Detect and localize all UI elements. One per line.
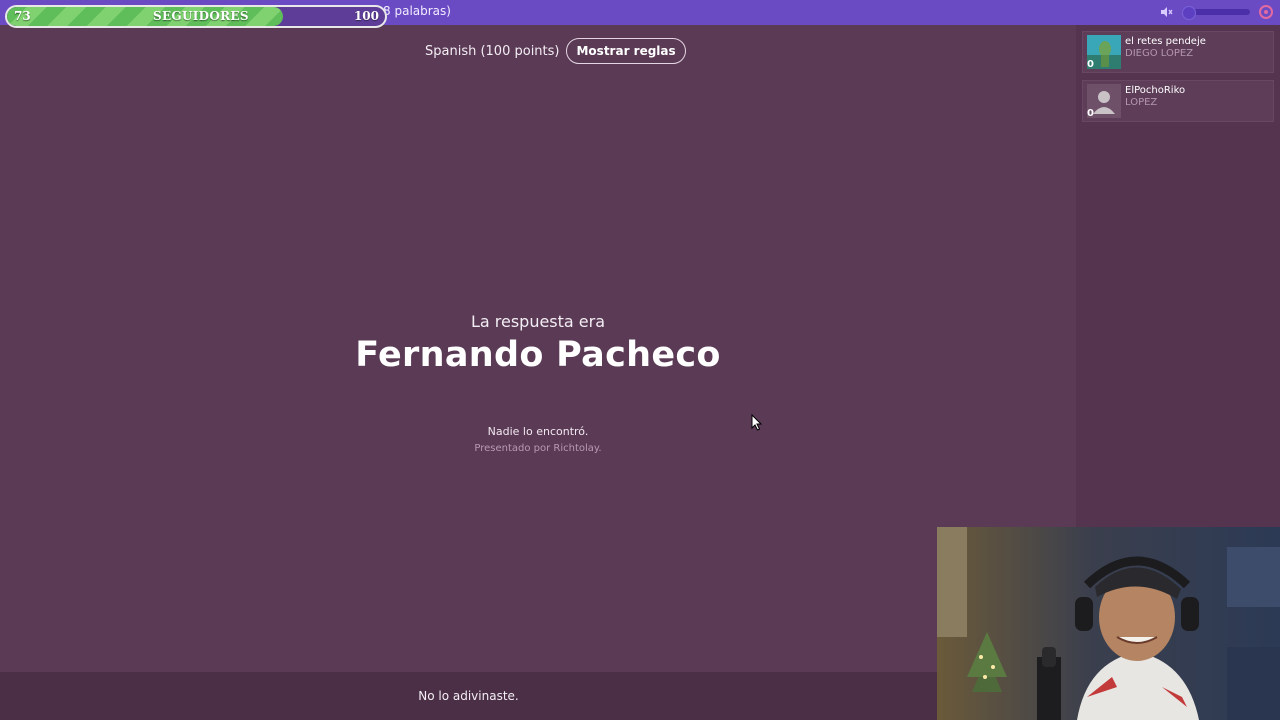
- result-message: No lo adivinaste.: [418, 689, 519, 703]
- followers-goal: 100: [353, 9, 379, 23]
- mouse-cursor-icon: [751, 414, 763, 431]
- presented-by-text: Presentado por Richtolay.: [474, 443, 602, 454]
- player-score: 0: [1087, 59, 1094, 70]
- answer-intro: La respuesta era: [470, 312, 606, 331]
- answer-reveal: La respuesta era Fernando Pacheco: [0, 312, 1076, 375]
- bottom-status-bar: No lo adivinaste.: [0, 672, 937, 720]
- speaker-muted-icon[interactable]: [1159, 5, 1173, 19]
- webcam-overlay: [937, 527, 1280, 720]
- nobody-found-text: Nadie lo encontró.: [487, 425, 589, 438]
- player-score: 0: [1087, 108, 1094, 119]
- player-subtitle: DIEGO LOPEZ: [1125, 48, 1194, 59]
- player-subtitle: LOPEZ: [1125, 97, 1158, 108]
- player-card[interactable]: 0 ElPochoRiko LOPEZ: [1082, 80, 1274, 122]
- followers-goal-bar: 73 SEGUIDORES 100: [5, 5, 387, 28]
- followers-current: 73: [14, 9, 31, 23]
- player-name: ElPochoRiko: [1125, 85, 1186, 96]
- language-label: Spanish (100 points): [425, 43, 560, 59]
- player-card[interactable]: 0 el retes pendeje DIEGO LOPEZ: [1082, 31, 1274, 73]
- answer-text: Fernando Pacheco: [355, 335, 721, 375]
- player-name: el retes pendeje: [1125, 36, 1206, 47]
- followers-label: SEGUIDORES: [153, 9, 249, 23]
- show-rules-button[interactable]: Mostrar reglas: [566, 38, 686, 64]
- game-header: Spanish (100 points) Mostrar reglas: [425, 38, 686, 64]
- settings-icon[interactable]: [1258, 4, 1274, 20]
- volume-slider-knob[interactable]: [1182, 6, 1196, 20]
